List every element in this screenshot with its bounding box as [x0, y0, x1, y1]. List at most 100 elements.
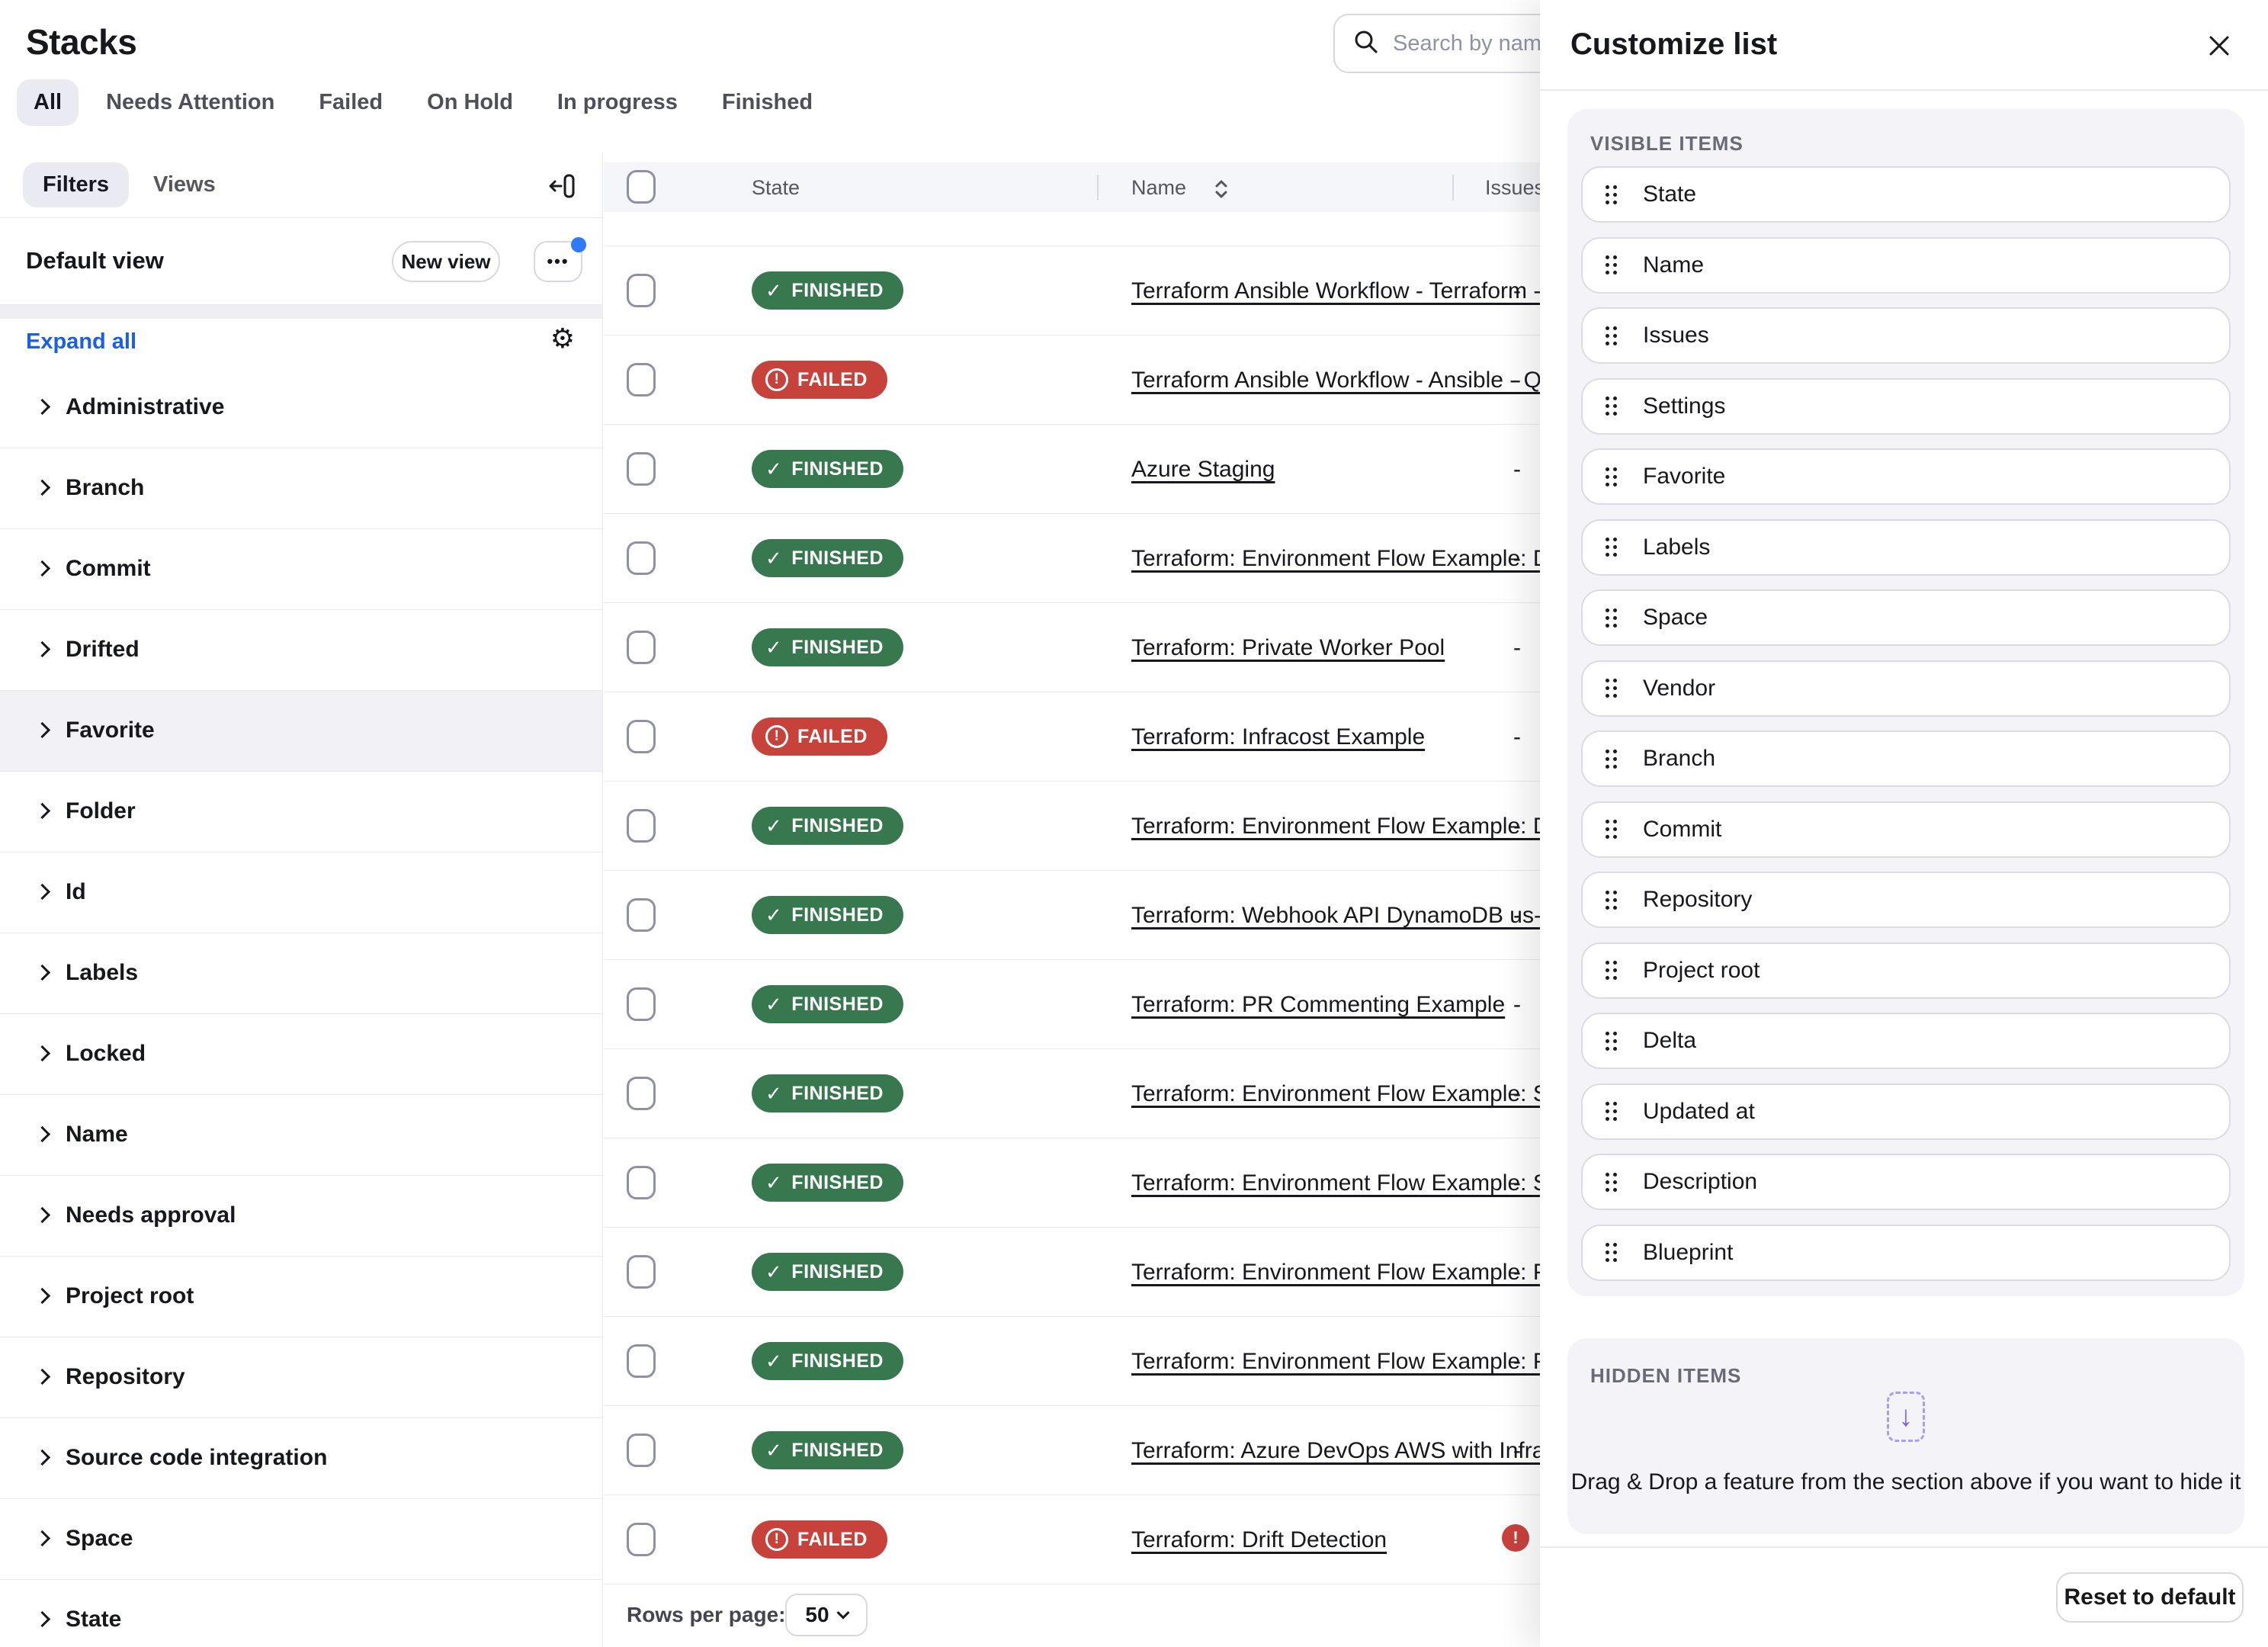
tab-in-progress[interactable]: In progress — [541, 79, 695, 126]
rows-per-page-select[interactable]: 50 — [785, 1594, 868, 1636]
row-checkbox[interactable] — [627, 631, 656, 664]
expand-all-link[interactable]: Expand all — [26, 329, 136, 355]
drag-handle-icon[interactable] — [1606, 396, 1617, 416]
visible-item-labels[interactable]: Labels — [1581, 519, 2231, 576]
drag-handle-icon[interactable] — [1606, 255, 1617, 274]
tab-all[interactable]: All — [17, 79, 79, 126]
filter-category-locked[interactable]: Locked — [0, 1014, 602, 1095]
drag-handle-icon[interactable] — [1606, 891, 1617, 910]
row-checkbox[interactable] — [627, 898, 656, 932]
stack-name-link[interactable]: Azure Staging — [1131, 457, 1275, 483]
row-checkbox[interactable] — [627, 541, 656, 575]
check-icon: ✓ — [765, 547, 782, 570]
column-header-issues[interactable]: Issues — [1485, 176, 1545, 200]
tab-needs-attention[interactable]: Needs Attention — [89, 79, 291, 126]
visible-item-issues[interactable]: Issues — [1581, 307, 2231, 364]
visible-item-description[interactable]: Description — [1581, 1154, 2231, 1210]
visible-item-blueprint[interactable]: Blueprint — [1581, 1225, 2231, 1281]
select-all-checkbox[interactable] — [627, 170, 656, 204]
visible-item-vendor[interactable]: Vendor — [1581, 660, 2231, 717]
visible-item-name[interactable]: Name — [1581, 237, 2231, 294]
stack-name-link[interactable]: Terraform: Environment Flow Example: Sta… — [1131, 1170, 1599, 1196]
drag-handle-icon[interactable] — [1606, 467, 1617, 486]
filter-category-labels[interactable]: Labels — [0, 933, 602, 1014]
column-header-name[interactable]: Name — [1131, 176, 1186, 200]
filter-category-commit[interactable]: Commit — [0, 529, 602, 610]
filter-category-repository[interactable]: Repository — [0, 1337, 602, 1418]
tab-finished[interactable]: Finished — [705, 79, 829, 126]
filter-category-state[interactable]: State — [0, 1580, 602, 1647]
tab-views[interactable]: Views — [138, 162, 231, 207]
gear-icon[interactable]: ⚙ — [550, 325, 575, 352]
drag-handle-icon[interactable] — [1606, 608, 1617, 628]
stack-name-link[interactable]: Terraform: Drift Detection — [1131, 1527, 1387, 1553]
tab-failed[interactable]: Failed — [302, 79, 399, 126]
filter-category-project-root[interactable]: Project root — [0, 1257, 602, 1337]
visible-item-updated-at[interactable]: Updated at — [1581, 1084, 2231, 1140]
state-badge: ✓FINISHED — [752, 450, 903, 488]
visible-item-settings[interactable]: Settings — [1581, 378, 2231, 435]
visible-item-project-root[interactable]: Project root — [1581, 942, 2231, 999]
stack-name-link[interactable]: Terraform: Infracost Example — [1131, 724, 1425, 750]
drag-handle-icon[interactable] — [1606, 1243, 1617, 1262]
reset-to-default-button[interactable]: Reset to default — [2056, 1572, 2244, 1623]
row-checkbox[interactable] — [627, 452, 656, 486]
row-checkbox[interactable] — [627, 274, 656, 307]
drag-handle-icon[interactable] — [1606, 1032, 1617, 1051]
drag-handle-icon[interactable] — [1606, 820, 1617, 839]
view-more-button[interactable]: ••• — [534, 241, 582, 282]
close-icon[interactable] — [2202, 29, 2236, 63]
row-checkbox[interactable] — [627, 1255, 656, 1289]
sort-icon[interactable] — [1214, 178, 1229, 204]
filter-category-administrative[interactable]: Administrative — [0, 368, 602, 448]
visible-item-repository[interactable]: Repository — [1581, 872, 2231, 928]
new-view-button[interactable]: New view — [392, 241, 500, 282]
column-header-state[interactable]: State — [752, 176, 800, 200]
check-icon: ✓ — [765, 1260, 782, 1284]
row-checkbox[interactable] — [627, 809, 656, 843]
row-checkbox[interactable] — [627, 1523, 656, 1556]
filter-category-folder[interactable]: Folder — [0, 772, 602, 852]
visible-item-commit[interactable]: Commit — [1581, 801, 2231, 858]
drag-handle-icon[interactable] — [1606, 1173, 1617, 1192]
stack-name-link[interactable]: Terraform: Environment Flow Example: Dev… — [1131, 546, 1591, 572]
row-checkbox[interactable] — [627, 1434, 656, 1467]
visible-item-state[interactable]: State — [1581, 166, 2231, 223]
stack-name-link[interactable]: Terraform: Environment Flow Example: Dev… — [1131, 814, 1591, 840]
drag-handle-icon[interactable] — [1606, 538, 1617, 557]
drag-handle-icon[interactable] — [1606, 750, 1617, 769]
filter-category-branch[interactable]: Branch — [0, 448, 602, 529]
collapse-sidebar-icon[interactable] — [546, 169, 579, 203]
visible-item-branch[interactable]: Branch — [1581, 730, 2231, 787]
filter-category-favorite[interactable]: Favorite — [0, 691, 602, 772]
stack-name-link[interactable]: Terraform: PR Commenting Example — [1131, 992, 1505, 1018]
tab-filters[interactable]: Filters — [23, 162, 129, 207]
visible-item-favorite[interactable]: Favorite — [1581, 448, 2231, 505]
tab-on-hold[interactable]: On Hold — [410, 79, 530, 126]
row-checkbox[interactable] — [627, 1077, 656, 1110]
row-checkbox[interactable] — [627, 720, 656, 753]
filter-category-drifted[interactable]: Drifted — [0, 610, 602, 691]
filter-category-name[interactable]: Name — [0, 1095, 602, 1176]
stack-name-link[interactable]: Terraform: Private Worker Pool — [1131, 635, 1445, 661]
row-checkbox[interactable] — [627, 987, 656, 1021]
drag-handle-icon[interactable] — [1606, 961, 1617, 980]
filter-category-id[interactable]: Id — [0, 852, 602, 933]
drag-handle-icon[interactable] — [1606, 679, 1617, 698]
row-checkbox[interactable] — [627, 363, 656, 396]
row-checkbox[interactable] — [627, 1344, 656, 1378]
stack-name-link[interactable]: Terraform: Environment Flow Example: Sta… — [1131, 1081, 1599, 1107]
row-checkbox[interactable] — [627, 1166, 656, 1199]
stack-name-link[interactable]: Terraform: Environment Flow Example: Pro… — [1131, 1349, 1600, 1375]
filter-category-needs-approval[interactable]: Needs approval — [0, 1176, 602, 1257]
visible-item-space[interactable]: Space — [1581, 589, 2231, 646]
stack-name-link[interactable]: Terraform: Webhook API DynamoDB us-eas..… — [1131, 903, 1597, 929]
drag-handle-icon[interactable] — [1606, 1102, 1617, 1121]
filter-category-source-code-integration[interactable]: Source code integration — [0, 1418, 602, 1499]
filter-category-space[interactable]: Space — [0, 1499, 602, 1580]
stack-name-link[interactable]: Terraform: Environment Flow Example: Pro… — [1131, 1260, 1600, 1286]
drag-handle-icon[interactable] — [1606, 185, 1617, 204]
visible-item-delta[interactable]: Delta — [1581, 1013, 2231, 1069]
drag-handle-icon[interactable] — [1606, 326, 1617, 345]
stack-name-link[interactable]: Terraform Ansible Workflow - Ansible - Q… — [1131, 368, 1573, 393]
